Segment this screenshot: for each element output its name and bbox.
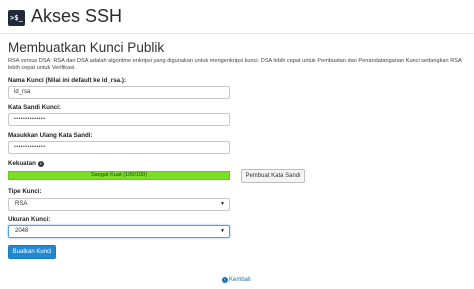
key-size-select[interactable]: 2048 ▼ [8,225,230,238]
section-description: RSA versus DSA: RSA dan DSA adalah algor… [8,58,462,72]
back-link-label: Kembali [229,277,251,283]
generate-key-button[interactable]: Buatkan Kunci [8,245,56,259]
strength-text: Sangat Kuat (100/100) [90,172,148,178]
password-input[interactable]: •••••••••••••• [8,113,230,126]
strength-label-row: Kekuatan i [8,160,44,167]
caret-down-icon: ▼ [220,201,225,207]
page-title: Akses SSH [31,6,123,26]
section-title: Membuatkan Kunci Publik [8,40,165,55]
key-size-value: 2048 [15,228,29,234]
key-size-label: Ukuran Kunci: [8,216,51,223]
key-type-select[interactable]: RSA ▼ [8,198,230,211]
strength-label: Kekuatan [8,160,36,167]
password-confirm-input[interactable]: •••••••••••••• [8,141,230,154]
caret-down-icon: ▼ [220,228,225,234]
back-arrow-icon: ‹ [222,277,228,283]
key-name-input[interactable]: id_rsa [8,86,230,99]
info-icon[interactable]: i [37,161,44,167]
back-link[interactable]: ‹ Kembali [222,277,251,283]
generate-password-button[interactable]: Pembuat Kata Sandi [241,169,305,183]
strength-meter: Sangat Kuat (100/100) [8,171,230,180]
terminal-icon: >$_ [8,10,25,26]
password-confirm-label: Masukkan Ulang Kata Sandi: [8,132,93,139]
key-name-label: Nama Kunci (Nilai ini default ke id_rsa.… [8,77,126,84]
page-header: >$_ Akses SSH [0,0,474,34]
key-type-label: Tipe Kunci: [8,188,42,195]
password-label: Kata Sandi Kunci: [8,104,61,111]
key-type-value: RSA [15,201,28,207]
